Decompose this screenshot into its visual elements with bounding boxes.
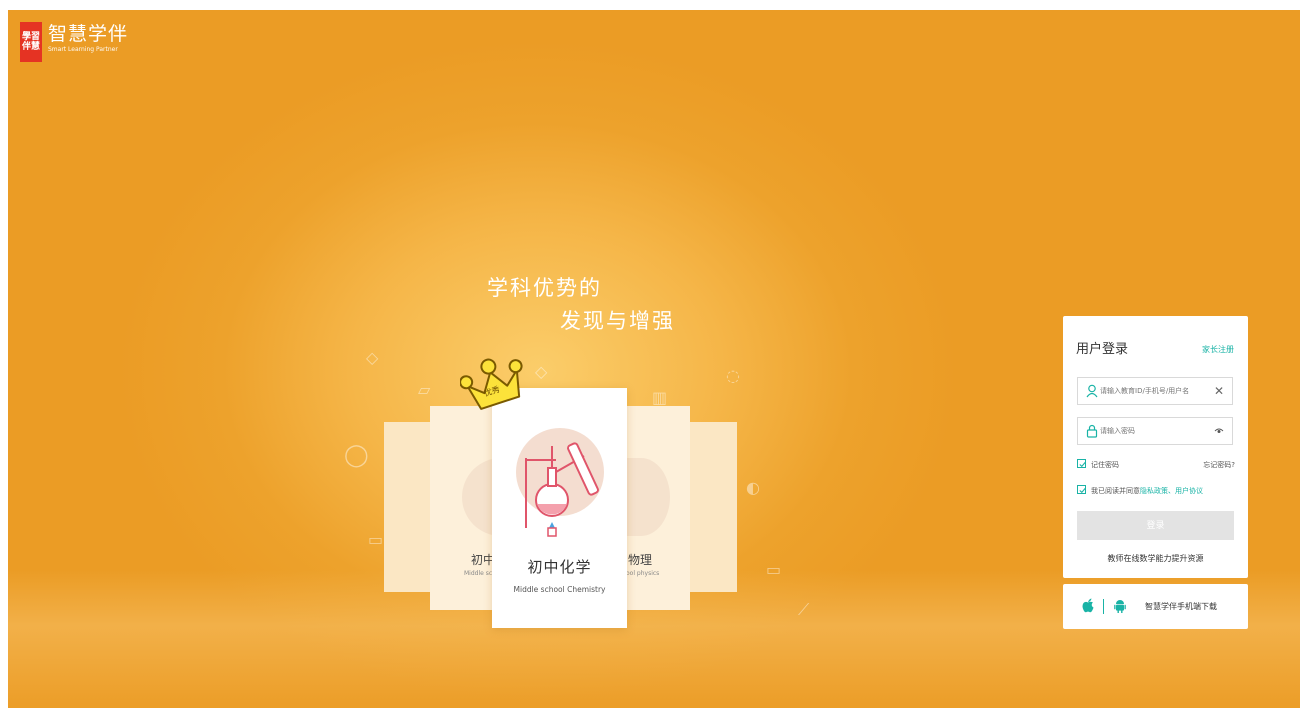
leaf-doodle-icon: ◐	[746, 478, 760, 497]
eye-icon[interactable]	[1214, 426, 1224, 436]
brand-logo[interactable]: 學習 伴慧 智慧学伴 Smart Learning Partner	[20, 22, 128, 62]
subject-card-chemistry[interactable]: 初中化学 Middle school Chemistry	[492, 388, 627, 628]
user-icon	[1086, 384, 1098, 398]
easel-doodle-icon: ▭	[766, 560, 782, 579]
agreement-text: 我已阅读并同意隐私政策、用户协议	[1091, 486, 1203, 496]
compass-doodle-icon: ◯	[344, 443, 369, 468]
app-download-panel[interactable]: 智慧学伴手机端下载	[1063, 584, 1248, 629]
password-field[interactable]	[1077, 417, 1233, 445]
parent-register-link[interactable]: 家长注册	[1202, 344, 1234, 355]
check-icon	[1079, 488, 1086, 494]
logo-mark-line1: 學習	[21, 32, 40, 42]
notebook-doodle-icon: ▥	[652, 388, 668, 407]
remember-label[interactable]: 记住密码	[1091, 460, 1119, 470]
android-icon[interactable]	[1114, 598, 1126, 613]
password-input[interactable]	[1100, 418, 1210, 444]
brand-name-en: Smart Learning Partner	[48, 46, 118, 53]
account-input[interactable]	[1100, 378, 1210, 404]
logo-mark-line2: 伴慧	[21, 42, 40, 52]
bulb-doodle-icon: ◌	[726, 366, 740, 385]
brand-name: 智慧学伴	[48, 23, 129, 45]
crown-icon	[459, 358, 523, 410]
forgot-password-link[interactable]: 忘记密码?	[1203, 460, 1235, 470]
agree-prefix: 我已阅读并同意	[1091, 487, 1140, 495]
login-title: 用户登录	[1076, 342, 1129, 357]
paper-doodle-icon: ◇	[366, 348, 379, 367]
separator	[1103, 599, 1104, 614]
agree-checkbox[interactable]	[1077, 485, 1086, 494]
remember-checkbox[interactable]	[1077, 459, 1086, 468]
subject-card-subtitle: Middle school Chemistry	[513, 585, 606, 594]
login-panel: 用户登录 家长注册 ✕ 记住密码 忘记密码?	[1063, 316, 1248, 578]
subject-card-title: 物理	[628, 553, 653, 567]
excellent-crown-badge: 优秀	[459, 344, 526, 418]
clear-icon[interactable]: ✕	[1214, 383, 1224, 399]
flask-icon	[525, 442, 599, 537]
subject-card-subtitle: ool physics	[626, 570, 660, 577]
user-agreement-link[interactable]: 用户协议	[1175, 487, 1203, 495]
lock-icon	[1086, 424, 1098, 438]
book-doodle-icon: ▱	[418, 380, 431, 399]
login-button[interactable]: 登录	[1077, 511, 1234, 540]
logo-mark-icon: 學習 伴慧	[20, 22, 42, 62]
slogan-line-1: 学科优势的	[487, 276, 602, 300]
teacher-resource-link[interactable]: 教师在线数学能力提升资源	[1063, 553, 1248, 564]
login-page-background: 學習 伴慧 智慧学伴 Smart Learning Partner 学科优势的 …	[8, 10, 1300, 708]
pencil-doodle-icon: ⟋	[798, 600, 810, 619]
cap-doodle-icon: ◇	[535, 362, 548, 381]
account-field[interactable]: ✕	[1077, 377, 1233, 405]
app-download-label[interactable]: 智慧学伴手机端下载	[1145, 601, 1217, 612]
note-doodle-icon: ▭	[368, 530, 384, 549]
subject-card-title: 初中化学	[527, 558, 592, 576]
check-icon	[1079, 462, 1086, 468]
apple-icon[interactable]	[1082, 598, 1094, 613]
privacy-policy-link[interactable]: 隐私政策、	[1140, 487, 1175, 495]
slogan-line-2: 发现与增强	[560, 309, 675, 333]
